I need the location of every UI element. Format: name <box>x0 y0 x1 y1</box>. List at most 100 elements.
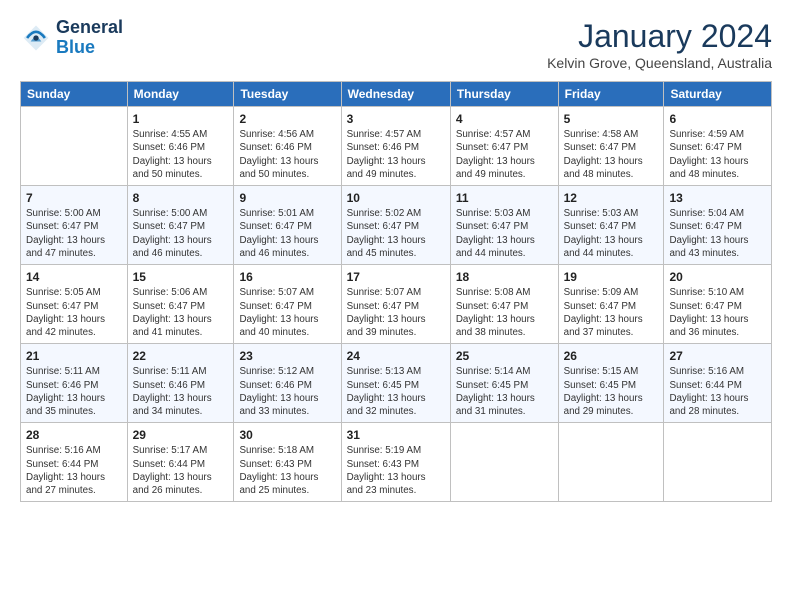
cell-info: Sunrise: 5:11 AM Sunset: 6:46 PM Dayligh… <box>133 365 229 418</box>
cell-info: Sunrise: 5:05 AM Sunset: 6:47 PM Dayligh… <box>26 286 122 339</box>
header-cell-sunday: Sunday <box>21 82 128 107</box>
day-number: 14 <box>26 269 122 285</box>
cell-info: Sunrise: 5:06 AM Sunset: 6:47 PM Dayligh… <box>133 286 229 339</box>
cell-info: Sunrise: 5:00 AM Sunset: 6:47 PM Dayligh… <box>26 207 122 260</box>
day-number: 27 <box>669 348 766 364</box>
calendar-cell <box>450 423 558 502</box>
day-number: 25 <box>456 348 553 364</box>
day-number: 2 <box>239 111 335 127</box>
calendar-cell: 17Sunrise: 5:07 AM Sunset: 6:47 PM Dayli… <box>341 265 450 344</box>
calendar-cell <box>558 423 664 502</box>
calendar-cell: 22Sunrise: 5:11 AM Sunset: 6:46 PM Dayli… <box>127 344 234 423</box>
cell-info: Sunrise: 5:19 AM Sunset: 6:43 PM Dayligh… <box>347 444 445 497</box>
calendar-cell: 5Sunrise: 4:58 AM Sunset: 6:47 PM Daylig… <box>558 107 664 186</box>
day-number: 31 <box>347 427 445 443</box>
logo: General Blue <box>20 18 123 58</box>
week-row-2: 14Sunrise: 5:05 AM Sunset: 6:47 PM Dayli… <box>21 265 772 344</box>
day-number: 29 <box>133 427 229 443</box>
day-number: 3 <box>347 111 445 127</box>
calendar-table: SundayMondayTuesdayWednesdayThursdayFrid… <box>20 81 772 502</box>
header-cell-wednesday: Wednesday <box>341 82 450 107</box>
cell-info: Sunrise: 5:12 AM Sunset: 6:46 PM Dayligh… <box>239 365 335 418</box>
calendar-cell: 29Sunrise: 5:17 AM Sunset: 6:44 PM Dayli… <box>127 423 234 502</box>
calendar-cell: 20Sunrise: 5:10 AM Sunset: 6:47 PM Dayli… <box>664 265 772 344</box>
calendar-cell: 15Sunrise: 5:06 AM Sunset: 6:47 PM Dayli… <box>127 265 234 344</box>
day-number: 24 <box>347 348 445 364</box>
week-row-0: 1Sunrise: 4:55 AM Sunset: 6:46 PM Daylig… <box>21 107 772 186</box>
day-number: 30 <box>239 427 335 443</box>
cell-info: Sunrise: 5:00 AM Sunset: 6:47 PM Dayligh… <box>133 207 229 260</box>
cell-info: Sunrise: 5:13 AM Sunset: 6:45 PM Dayligh… <box>347 365 445 418</box>
page: General Blue January 2024 Kelvin Grove, … <box>0 0 792 512</box>
calendar-cell: 31Sunrise: 5:19 AM Sunset: 6:43 PM Dayli… <box>341 423 450 502</box>
calendar-cell: 26Sunrise: 5:15 AM Sunset: 6:45 PM Dayli… <box>558 344 664 423</box>
calendar-cell <box>664 423 772 502</box>
cell-info: Sunrise: 5:03 AM Sunset: 6:47 PM Dayligh… <box>456 207 553 260</box>
calendar-cell: 28Sunrise: 5:16 AM Sunset: 6:44 PM Dayli… <box>21 423 128 502</box>
week-row-4: 28Sunrise: 5:16 AM Sunset: 6:44 PM Dayli… <box>21 423 772 502</box>
day-number: 13 <box>669 190 766 206</box>
cell-info: Sunrise: 4:57 AM Sunset: 6:47 PM Dayligh… <box>456 128 553 181</box>
calendar-cell: 3Sunrise: 4:57 AM Sunset: 6:46 PM Daylig… <box>341 107 450 186</box>
header-cell-tuesday: Tuesday <box>234 82 341 107</box>
header-cell-thursday: Thursday <box>450 82 558 107</box>
calendar-cell: 24Sunrise: 5:13 AM Sunset: 6:45 PM Dayli… <box>341 344 450 423</box>
day-number: 20 <box>669 269 766 285</box>
cell-info: Sunrise: 4:58 AM Sunset: 6:47 PM Dayligh… <box>564 128 659 181</box>
day-number: 16 <box>239 269 335 285</box>
day-number: 8 <box>133 190 229 206</box>
day-number: 11 <box>456 190 553 206</box>
cell-info: Sunrise: 4:57 AM Sunset: 6:46 PM Dayligh… <box>347 128 445 181</box>
day-number: 12 <box>564 190 659 206</box>
calendar-cell: 21Sunrise: 5:11 AM Sunset: 6:46 PM Dayli… <box>21 344 128 423</box>
week-row-1: 7Sunrise: 5:00 AM Sunset: 6:47 PM Daylig… <box>21 186 772 265</box>
day-number: 19 <box>564 269 659 285</box>
week-row-3: 21Sunrise: 5:11 AM Sunset: 6:46 PM Dayli… <box>21 344 772 423</box>
day-number: 22 <box>133 348 229 364</box>
day-number: 28 <box>26 427 122 443</box>
month-title: January 2024 <box>547 18 772 55</box>
cell-info: Sunrise: 5:07 AM Sunset: 6:47 PM Dayligh… <box>239 286 335 339</box>
day-number: 1 <box>133 111 229 127</box>
day-number: 4 <box>456 111 553 127</box>
header-cell-saturday: Saturday <box>664 82 772 107</box>
day-number: 15 <box>133 269 229 285</box>
day-number: 5 <box>564 111 659 127</box>
calendar-cell: 13Sunrise: 5:04 AM Sunset: 6:47 PM Dayli… <box>664 186 772 265</box>
calendar-cell: 14Sunrise: 5:05 AM Sunset: 6:47 PM Dayli… <box>21 265 128 344</box>
cell-info: Sunrise: 4:59 AM Sunset: 6:47 PM Dayligh… <box>669 128 766 181</box>
title-block: January 2024 Kelvin Grove, Queensland, A… <box>547 18 772 71</box>
day-number: 9 <box>239 190 335 206</box>
cell-info: Sunrise: 5:04 AM Sunset: 6:47 PM Dayligh… <box>669 207 766 260</box>
cell-info: Sunrise: 5:18 AM Sunset: 6:43 PM Dayligh… <box>239 444 335 497</box>
cell-info: Sunrise: 5:09 AM Sunset: 6:47 PM Dayligh… <box>564 286 659 339</box>
location: Kelvin Grove, Queensland, Australia <box>547 55 772 71</box>
cell-info: Sunrise: 5:08 AM Sunset: 6:47 PM Dayligh… <box>456 286 553 339</box>
cell-info: Sunrise: 5:03 AM Sunset: 6:47 PM Dayligh… <box>564 207 659 260</box>
day-number: 21 <box>26 348 122 364</box>
day-number: 26 <box>564 348 659 364</box>
header-cell-friday: Friday <box>558 82 664 107</box>
cell-info: Sunrise: 5:11 AM Sunset: 6:46 PM Dayligh… <box>26 365 122 418</box>
calendar-cell: 4Sunrise: 4:57 AM Sunset: 6:47 PM Daylig… <box>450 107 558 186</box>
day-number: 23 <box>239 348 335 364</box>
cell-info: Sunrise: 5:14 AM Sunset: 6:45 PM Dayligh… <box>456 365 553 418</box>
header-cell-monday: Monday <box>127 82 234 107</box>
calendar-cell: 19Sunrise: 5:09 AM Sunset: 6:47 PM Dayli… <box>558 265 664 344</box>
calendar-cell: 12Sunrise: 5:03 AM Sunset: 6:47 PM Dayli… <box>558 186 664 265</box>
day-number: 7 <box>26 190 122 206</box>
calendar-cell: 27Sunrise: 5:16 AM Sunset: 6:44 PM Dayli… <box>664 344 772 423</box>
calendar-cell: 7Sunrise: 5:00 AM Sunset: 6:47 PM Daylig… <box>21 186 128 265</box>
calendar-cell: 18Sunrise: 5:08 AM Sunset: 6:47 PM Dayli… <box>450 265 558 344</box>
logo-icon <box>20 22 52 54</box>
day-number: 17 <box>347 269 445 285</box>
cell-info: Sunrise: 5:16 AM Sunset: 6:44 PM Dayligh… <box>26 444 122 497</box>
calendar-cell: 2Sunrise: 4:56 AM Sunset: 6:46 PM Daylig… <box>234 107 341 186</box>
calendar-cell: 8Sunrise: 5:00 AM Sunset: 6:47 PM Daylig… <box>127 186 234 265</box>
calendar-cell: 11Sunrise: 5:03 AM Sunset: 6:47 PM Dayli… <box>450 186 558 265</box>
cell-info: Sunrise: 5:15 AM Sunset: 6:45 PM Dayligh… <box>564 365 659 418</box>
cell-info: Sunrise: 5:16 AM Sunset: 6:44 PM Dayligh… <box>669 365 766 418</box>
calendar-cell: 25Sunrise: 5:14 AM Sunset: 6:45 PM Dayli… <box>450 344 558 423</box>
cell-info: Sunrise: 5:10 AM Sunset: 6:47 PM Dayligh… <box>669 286 766 339</box>
cell-info: Sunrise: 4:55 AM Sunset: 6:46 PM Dayligh… <box>133 128 229 181</box>
